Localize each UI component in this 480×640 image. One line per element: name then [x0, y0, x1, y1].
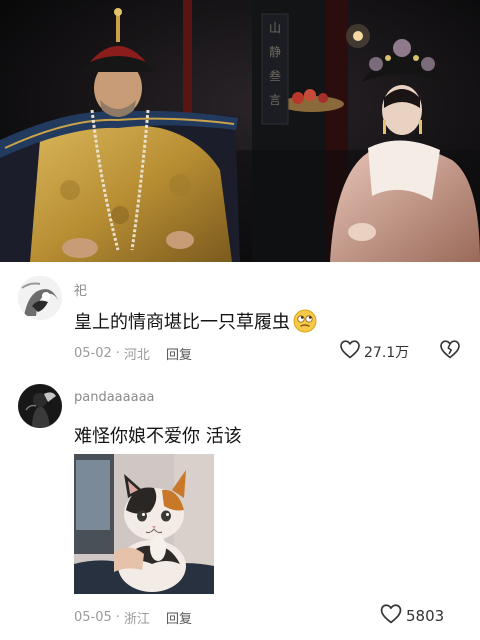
comment-location: 河北 [123, 348, 150, 363]
comment-text-row: 皇上的情商堪比一只草履虫 [74, 308, 317, 334]
meta-separator: · [115, 610, 120, 625]
like-count: 27.1万 [364, 344, 410, 361]
comment-image[interactable] [74, 454, 214, 594]
comment-username[interactable]: 祀 [74, 280, 87, 299]
comment-username[interactable]: pandaaaaaa [74, 390, 155, 405]
cat-photo-illustration [74, 454, 214, 594]
user-avatar[interactable] [18, 276, 62, 320]
comment-location: 浙江 [123, 612, 150, 627]
like-count: 5803 [406, 607, 445, 625]
user-avatar[interactable] [18, 384, 62, 428]
reply-button[interactable]: 回复 [166, 608, 192, 627]
like-button[interactable]: 27.1万 [340, 340, 409, 363]
comment-text-row: 难怪你娘不爱你 活该 [74, 422, 242, 448]
rolling-eyes-emoji [293, 309, 317, 333]
svg-text:叁: 叁 [269, 68, 281, 83]
avatar-image [18, 384, 62, 428]
svg-text:山: 山 [269, 21, 281, 35]
video-still: 山 静 叁 言 [0, 0, 480, 262]
broken-heart-icon [440, 340, 460, 363]
comment-text: 难怪你娘不爱你 活该 [74, 426, 242, 447]
comment-date: 05-02 [74, 346, 112, 361]
meta-separator: · [115, 346, 120, 361]
comment-item: pandaaaaaa 难怪你娘不爱你 活该 05-05 · 浙江 回复 5803 [0, 372, 480, 640]
comment-item: 祀 皇上的情商堪比一只草履虫 05-02 · 河北 回复 27.1万 [0, 262, 480, 372]
drama-scene-illustration: 山 静 叁 言 [0, 0, 480, 262]
avatar-image [18, 276, 62, 320]
comment-meta: 05-05 · 浙江 回复 [74, 608, 192, 627]
comment-meta: 05-02 · 河北 回复 [74, 344, 192, 363]
like-button[interactable]: 5803 [380, 604, 444, 628]
svg-text:静: 静 [269, 45, 281, 59]
comment-text: 皇上的情商堪比一只草履虫 [74, 312, 290, 333]
svg-text:言: 言 [269, 93, 281, 107]
comment-date: 05-05 [74, 610, 112, 625]
heart-outline-icon [380, 604, 406, 628]
reply-button[interactable]: 回复 [166, 344, 192, 363]
heart-outline-icon [340, 340, 364, 363]
dislike-button[interactable] [440, 340, 460, 363]
